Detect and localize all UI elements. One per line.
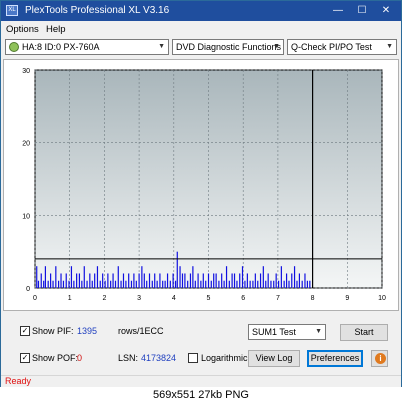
y-tick-label: 20 xyxy=(22,141,30,148)
drive-select-value: HA:8 ID:0 PX-760A xyxy=(22,42,100,52)
lsn-value: 4173824 xyxy=(141,353,177,363)
app-icon: XL xyxy=(6,5,18,16)
toolbar: HA:8 ID:0 PX-760A ▼ DVD Diagnostic Funct… xyxy=(1,37,401,59)
pif-unit: rows/1ECC xyxy=(118,326,164,336)
chevron-down-icon: ▼ xyxy=(273,43,280,50)
y-tick-label: 0 xyxy=(26,286,30,293)
controls-panel: ✓ Show PIF: 1395 rows/1ECC ✓ Show POF: 0… xyxy=(1,319,401,375)
title-bar: XL PlexTools Professional XL V3.16 — ☐ ✕ xyxy=(1,1,401,21)
x-tick-label: 1 xyxy=(68,295,72,302)
test-select[interactable]: Q-Check PI/PO Test ▼ xyxy=(287,39,397,55)
test-select-value: Q-Check PI/PO Test xyxy=(291,42,372,52)
x-tick-label: 8 xyxy=(311,295,315,302)
close-icon[interactable]: ✕ xyxy=(375,3,397,19)
lsn-label: LSN: xyxy=(118,353,139,363)
x-tick-label: 2 xyxy=(102,295,106,302)
info-button[interactable]: i xyxy=(371,350,388,367)
menu-options[interactable]: Options xyxy=(6,24,39,35)
chevron-down-icon: ▼ xyxy=(315,328,322,335)
menu-bar: Options Help xyxy=(1,21,401,37)
show-pof-label: Show POF: xyxy=(32,353,79,363)
pif-value: 1395 xyxy=(77,326,98,336)
show-pif-label: Show PIF: xyxy=(32,326,74,336)
show-pof-checkbox[interactable]: ✓ xyxy=(20,353,30,363)
x-tick-label: 5 xyxy=(207,295,211,302)
show-pif-checkbox[interactable]: ✓ xyxy=(20,326,30,336)
x-tick-label: 4 xyxy=(172,295,176,302)
minimize-icon[interactable]: — xyxy=(327,3,349,19)
sum-test-select-value: SUM1 Test xyxy=(252,327,296,337)
logarithmic-label: Logarithmic xyxy=(201,353,248,363)
start-button[interactable]: Start xyxy=(340,324,388,341)
x-tick-label: 6 xyxy=(241,295,245,302)
window-title: PlexTools Professional XL V3.16 xyxy=(25,5,170,16)
chevron-down-icon: ▼ xyxy=(386,43,393,50)
y-tick-label: 30 xyxy=(22,68,30,75)
x-tick-label: 10 xyxy=(378,295,386,302)
logarithmic-checkbox[interactable] xyxy=(188,353,198,363)
x-tick-label: 0 xyxy=(33,295,37,302)
function-select[interactable]: DVD Diagnostic Functions ▼ xyxy=(172,39,284,55)
pof-value: 0 xyxy=(77,353,83,363)
x-tick-label: 9 xyxy=(345,295,349,302)
menu-help[interactable]: Help xyxy=(46,24,66,35)
image-caption: 569x551 27kb PNG xyxy=(0,387,402,404)
drive-icon xyxy=(9,42,19,52)
function-select-value: DVD Diagnostic Functions xyxy=(176,42,282,52)
maximize-icon[interactable]: ☐ xyxy=(351,3,373,19)
y-tick-label: 10 xyxy=(22,213,30,220)
drive-select[interactable]: HA:8 ID:0 PX-760A ▼ xyxy=(5,39,169,55)
chart-panel: 30 20 10 0 0 1 2 3 4 5 6 7 8 9 10 xyxy=(3,59,399,311)
pi-chart: 30 20 10 0 0 1 2 3 4 5 6 7 8 9 10 xyxy=(22,68,386,302)
status-text: Ready xyxy=(5,376,32,386)
preferences-button[interactable]: Preferences xyxy=(307,350,363,367)
x-tick-label: 7 xyxy=(276,295,280,302)
info-icon: i xyxy=(375,353,386,364)
sum-test-select[interactable]: SUM1 Test ▼ xyxy=(248,324,326,340)
view-log-button[interactable]: View Log xyxy=(248,350,300,367)
app-window: XL PlexTools Professional XL V3.16 — ☐ ✕… xyxy=(0,0,402,388)
chevron-down-icon: ▼ xyxy=(158,43,165,50)
x-tick-label: 3 xyxy=(137,295,141,302)
